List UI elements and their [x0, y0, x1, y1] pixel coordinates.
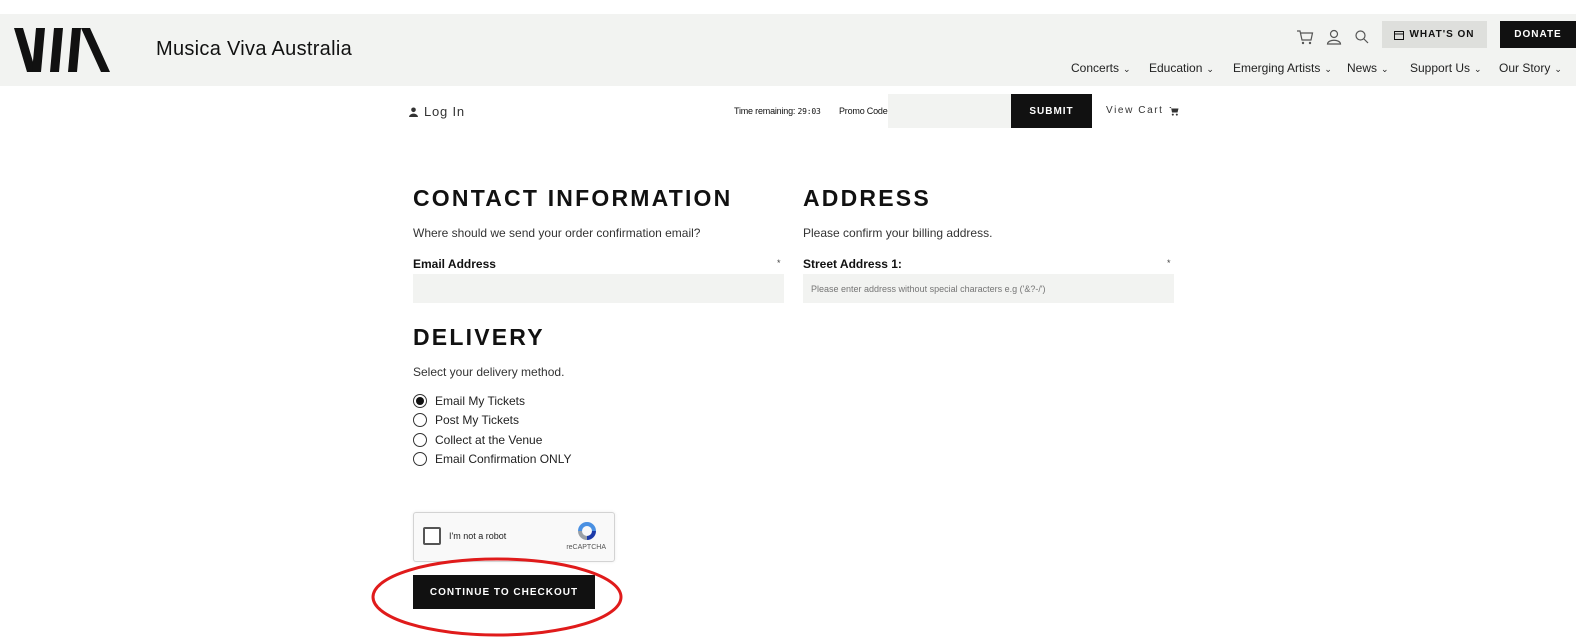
annotation-ellipse [371, 557, 623, 637]
chevron-down-icon: ⌄ [1474, 64, 1482, 74]
chevron-down-icon: ⌄ [1324, 64, 1332, 74]
radio-button[interactable] [413, 413, 427, 427]
chevron-down-icon: ⌄ [1381, 64, 1389, 74]
delivery-option-label: Email My Tickets [435, 394, 526, 408]
required-marker: * [777, 258, 781, 268]
nav-label: News [1347, 61, 1378, 75]
donate-button[interactable]: DONATE [1500, 21, 1576, 48]
cart-icon [1168, 106, 1179, 116]
nav-label: Education [1149, 61, 1203, 75]
email-field[interactable] [413, 274, 784, 303]
user-icon[interactable] [1325, 28, 1343, 46]
delivery-heading: DELIVERY [413, 324, 545, 350]
brand-name[interactable]: Musica Viva Australia [156, 38, 352, 61]
recaptcha-label: I'm not a robot [449, 531, 507, 541]
delivery-option-collect-venue[interactable]: Collect at the Venue [413, 433, 542, 447]
nav-label: Our Story [1499, 61, 1551, 75]
whats-on-button[interactable]: WHAT'S ON [1382, 21, 1487, 48]
nav-item-support-us[interactable]: Support Us ⌄ [1410, 61, 1482, 75]
delivery-option-label: Post My Tickets [435, 413, 520, 427]
chevron-down-icon: ⌄ [1123, 64, 1131, 74]
address-heading: ADDRESS [803, 185, 931, 211]
whats-on-label: WHAT'S ON [1409, 29, 1475, 40]
recaptcha-brand: reCAPTCHA [566, 544, 606, 551]
chevron-down-icon: ⌄ [1554, 64, 1562, 74]
required-marker: * [1167, 258, 1171, 268]
delivery-option-email-tickets[interactable]: Email My Tickets [413, 394, 525, 408]
radio-button[interactable] [413, 452, 427, 466]
delivery-option-post-tickets[interactable]: Post My Tickets [413, 413, 519, 427]
delivery-option-label: Email Confirmation ONLY [435, 452, 572, 466]
contact-heading: CONTACT INFORMATION [413, 185, 733, 211]
delivery-subtext: Select your delivery method. [413, 365, 565, 379]
recaptcha-widget: I'm not a robot reCAPTCHA [413, 512, 615, 562]
nav-item-education[interactable]: Education ⌄ [1149, 61, 1214, 75]
street-address-label: Street Address 1: [803, 257, 902, 271]
time-remaining: Time remaining: 29:03 [734, 106, 821, 116]
chevron-down-icon: ⌄ [1206, 64, 1214, 74]
nav-item-our-story[interactable]: Our Story ⌄ [1499, 61, 1562, 75]
contact-subtext: Where should we send your order confirma… [413, 226, 701, 240]
login-link[interactable]: Log In [409, 104, 465, 119]
nav-item-emerging-artists[interactable]: Emerging Artists ⌄ [1233, 61, 1332, 75]
login-label: Log In [424, 104, 465, 119]
nav-item-news[interactable]: News ⌄ [1347, 61, 1389, 75]
time-remaining-value: 29:03 [797, 107, 821, 116]
time-remaining-label: Time remaining: [734, 106, 796, 116]
view-cart-label: View Cart [1106, 105, 1164, 116]
radio-button[interactable] [413, 433, 427, 447]
site-logo[interactable] [14, 28, 112, 72]
search-icon[interactable] [1353, 28, 1371, 46]
site-header: Musica Viva Australia WHAT'S ON DONATE C… [0, 14, 1576, 86]
cart-icon[interactable] [1296, 28, 1314, 46]
top-strip [0, 0, 1576, 14]
delivery-option-label: Collect at the Venue [435, 433, 543, 447]
promo-code-input[interactable] [888, 94, 1011, 128]
street-address-field[interactable] [803, 274, 1174, 303]
recaptcha-logo-icon [578, 522, 596, 540]
nav-label: Emerging Artists [1233, 61, 1321, 75]
calendar-icon [1394, 30, 1405, 40]
delivery-option-email-confirmation[interactable]: Email Confirmation ONLY [413, 452, 572, 466]
nav-item-concerts[interactable]: Concerts ⌄ [1071, 61, 1131, 75]
address-subtext: Please confirm your billing address. [803, 226, 993, 240]
user-icon [409, 107, 418, 117]
submit-promo-button[interactable]: SUBMIT [1011, 94, 1092, 128]
view-cart-link[interactable]: View Cart [1106, 105, 1179, 116]
nav-label: Support Us [1410, 61, 1471, 75]
radio-button[interactable] [413, 394, 427, 408]
nav-label: Concerts [1071, 61, 1120, 75]
email-label: Email Address [413, 257, 496, 271]
recaptcha-checkbox[interactable] [423, 527, 441, 545]
promo-code-label: Promo Code [839, 106, 888, 116]
